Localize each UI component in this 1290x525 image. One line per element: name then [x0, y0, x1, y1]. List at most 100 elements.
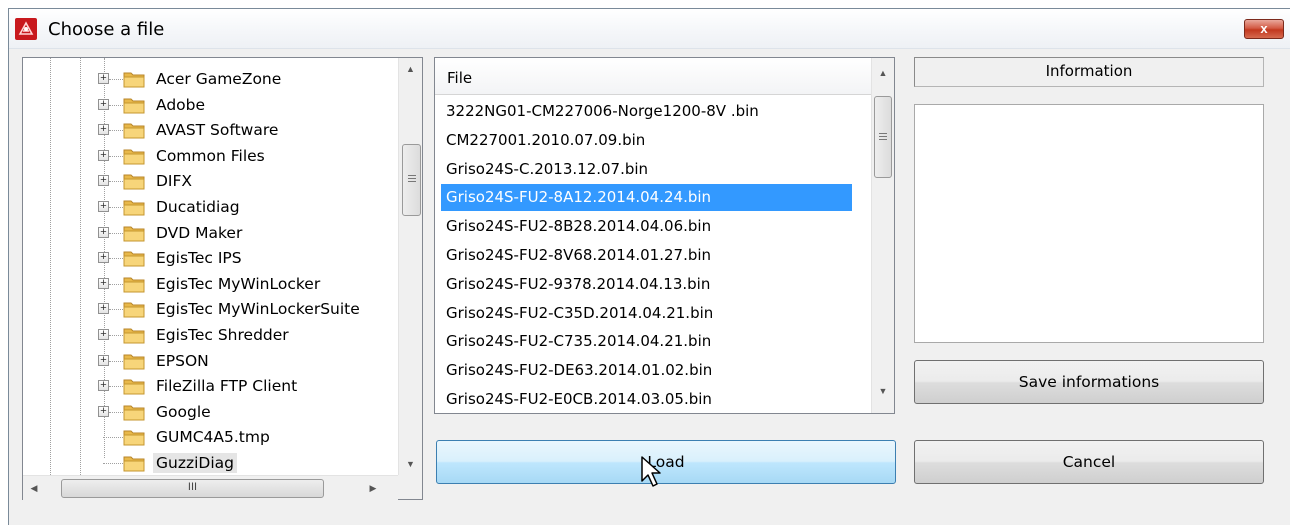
tree-connector — [103, 437, 123, 439]
scroll-down-arrow-icon[interactable]: ▼ — [399, 455, 422, 473]
tree-item-label: EPSON — [156, 351, 209, 370]
tree-item[interactable]: GuzziDiag — [23, 451, 398, 475]
folder-icon — [123, 226, 145, 242]
tree-item-label: EgisTec MyWinLocker — [156, 274, 321, 293]
information-box — [914, 104, 1264, 343]
expand-plus-icon[interactable]: + — [98, 73, 109, 84]
tree-item-label: GUMC4A5.tmp — [156, 428, 270, 447]
folder-icon — [123, 72, 145, 88]
file-list-item[interactable]: CM227001.2010.07.09.bin — [441, 127, 852, 154]
tree-item[interactable]: + DIFX — [23, 169, 398, 195]
file-list-item[interactable]: Griso24S-FU2-8V68.2014.01.27.bin — [441, 242, 852, 269]
scroll-down-arrow-icon[interactable]: ▼ — [872, 382, 894, 400]
tree-item[interactable]: + Adobe — [23, 93, 398, 119]
tree-connector — [109, 104, 123, 106]
tree-connector — [109, 360, 123, 362]
expand-plus-icon[interactable]: + — [98, 329, 109, 340]
scroll-right-arrow-icon[interactable]: ▶ — [364, 479, 382, 497]
tree-item-label: EgisTec Shredder — [156, 326, 289, 344]
tree-item-label: GuzziDiag — [153, 453, 237, 473]
tree-connector — [109, 79, 123, 80]
tree-item[interactable]: + EPSON — [23, 349, 398, 375]
tree-item[interactable]: + DVD Maker — [23, 221, 398, 247]
folder-icon — [123, 302, 145, 318]
tree-item[interactable]: + EgisTec IPS — [23, 246, 398, 272]
tree-item[interactable]: + EgisTec MyWinLockerSuite — [23, 297, 398, 323]
save-informations-button[interactable]: Save informations — [914, 360, 1264, 404]
expand-plus-icon[interactable]: + — [98, 98, 109, 110]
file-list-item[interactable]: Griso24S-FU2-DE63.2014.01.02.bin — [441, 357, 852, 384]
tree-item[interactable]: + Acer GameZone — [23, 67, 398, 93]
tree-item[interactable]: + AVAST Software — [23, 118, 398, 144]
folder-icon — [123, 251, 145, 267]
tree-item[interactable]: + Google — [23, 400, 398, 426]
app-icon — [15, 18, 37, 40]
tree-item[interactable]: + EgisTec MyWinLocker — [23, 272, 398, 298]
cancel-button[interactable]: Cancel — [914, 440, 1264, 484]
tree-item-label: Acer GameZone — [156, 70, 282, 88]
tree-item[interactable]: + FileZilla FTP Client — [23, 374, 398, 400]
expand-plus-icon[interactable]: + — [98, 149, 109, 161]
tree-horizontal-scrollbar[interactable]: ◀ III ▶ — [23, 475, 398, 500]
close-button[interactable]: x — [1244, 19, 1284, 39]
tree-connector — [109, 283, 123, 285]
tree-item-label: Google — [156, 402, 211, 421]
tree-vertical-scrollbar[interactable]: ▲ ▼ — [398, 58, 422, 475]
file-list-item[interactable]: Griso24S-C.2013.12.07.bin — [441, 156, 852, 183]
folder-icon — [123, 405, 145, 421]
expand-plus-icon[interactable]: + — [98, 252, 109, 264]
tree-item[interactable]: + Ducatidiag — [23, 195, 398, 221]
folder-icon — [123, 149, 145, 165]
file-list-item[interactable]: Griso24S-FU2-8A12.2014.04.24.bin — [441, 184, 852, 212]
close-icon: x — [1260, 21, 1268, 36]
tree-item[interactable]: + Common Files — [23, 144, 398, 170]
file-list-item[interactable]: Griso24S-FU2-E0CB.2014.03.05.bin — [441, 386, 852, 413]
expand-plus-icon[interactable]: + — [98, 380, 109, 392]
tree-item-label: EgisTec MyWinLockerSuite — [156, 300, 360, 319]
expand-plus-icon[interactable]: + — [98, 226, 109, 238]
file-list-item[interactable]: Griso24S-FU2-C35D.2014.04.21.bin — [441, 300, 852, 327]
tree-item-label: DIFX — [156, 172, 193, 191]
folder-icon — [123, 174, 145, 190]
scroll-left-arrow-icon[interactable]: ◀ — [25, 479, 43, 497]
scroll-up-arrow-icon[interactable]: ▲ — [399, 60, 422, 78]
file-scroll-thumb[interactable] — [874, 96, 892, 178]
tree-connector — [109, 155, 123, 157]
tree-item-label: DVD Maker — [156, 223, 243, 242]
tree-item[interactable]: GUMC4A5.tmp — [23, 425, 398, 451]
tree-item-label: Ducatidiag — [156, 198, 240, 216]
expand-plus-icon[interactable]: + — [98, 201, 109, 212]
mouse-cursor-icon — [641, 456, 661, 487]
tree-connector — [109, 130, 123, 132]
expand-plus-icon[interactable]: + — [98, 303, 109, 315]
folder-tree-content: + Acer GameZone + Adobe + AVAST Software + Comm… — [23, 58, 398, 475]
grip-icon — [879, 133, 887, 140]
tree-item[interactable]: + EgisTec Shredder — [23, 323, 398, 349]
folder-icon — [123, 277, 145, 293]
load-button[interactable]: Load — [436, 440, 896, 484]
tree-hscroll-thumb[interactable]: III — [61, 479, 324, 498]
expand-plus-icon[interactable]: + — [98, 124, 109, 136]
file-list-item[interactable]: Griso24S-FU2-8B28.2014.04.06.bin — [441, 213, 852, 240]
file-list-item[interactable]: Griso24S-FU2-9378.2014.04.13.bin — [441, 271, 852, 298]
expand-plus-icon[interactable]: + — [98, 175, 109, 187]
tree-scroll-thumb[interactable] — [402, 144, 421, 216]
expand-plus-icon[interactable]: + — [98, 405, 109, 417]
folder-tree[interactable]: + Acer GameZone + Adobe + AVAST Software + Comm… — [22, 57, 423, 500]
expand-plus-icon[interactable]: + — [98, 354, 109, 366]
file-items: 3222NG01-CM227006-Norge1200-8V .bin CM227… — [435, 96, 871, 413]
tree-item-label: Common Files — [156, 146, 265, 165]
file-vertical-scrollbar[interactable]: ▲ ▼ — [871, 58, 894, 413]
file-column-header[interactable]: File — [435, 58, 871, 95]
file-column-label: File — [447, 69, 473, 87]
tree-connector — [109, 258, 123, 260]
tree-connector — [109, 232, 123, 234]
scroll-up-arrow-icon[interactable]: ▲ — [872, 64, 894, 82]
expand-plus-icon[interactable]: + — [98, 277, 109, 289]
folder-icon — [123, 123, 145, 139]
folder-icon — [123, 200, 145, 216]
file-list-item[interactable]: 3222NG01-CM227006-Norge1200-8V .bin — [441, 98, 852, 125]
scrollbar-corner — [398, 475, 422, 499]
file-list[interactable]: File 3222NG01-CM227006-Norge1200-8V .bin… — [434, 57, 895, 414]
file-list-item[interactable]: Griso24S-FU2-C735.2014.04.21.bin — [441, 328, 852, 355]
